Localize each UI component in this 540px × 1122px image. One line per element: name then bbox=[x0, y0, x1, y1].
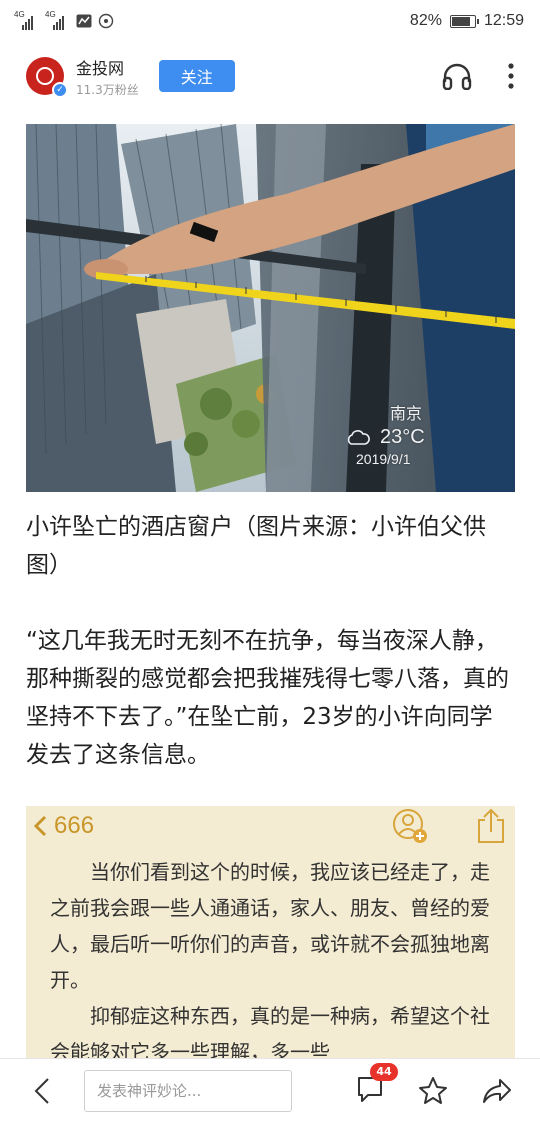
watermark-temp: 23°C bbox=[380, 426, 425, 448]
follow-button[interactable]: 关注 bbox=[158, 60, 235, 92]
chevron-left-icon bbox=[33, 815, 47, 837]
clock: 12:59 bbox=[483, 12, 524, 29]
share-icon bbox=[478, 808, 504, 843]
comments-button[interactable]: 44 bbox=[356, 1062, 398, 1107]
comment-count-badge: 44 bbox=[370, 1062, 398, 1081]
logo-mark bbox=[36, 67, 54, 85]
account-avatar[interactable]: ✓ bbox=[26, 57, 68, 98]
note-paragraph-1: 当你们看到这个的时候，我应该已经走了，走之前我会跟一些人通通话，家人、朋友、曾经… bbox=[50, 860, 490, 992]
nfc-icon bbox=[98, 13, 114, 29]
star-icon[interactable] bbox=[418, 1076, 448, 1106]
hotel-window-photo-art bbox=[26, 124, 515, 492]
verified-icon: ✓ bbox=[52, 82, 68, 98]
app-notification-icon bbox=[76, 14, 92, 28]
back-button[interactable] bbox=[0, 1077, 84, 1105]
cloud-icon bbox=[347, 429, 370, 445]
network-type-1: 4G bbox=[14, 10, 25, 19]
signal-icon: 4G bbox=[14, 10, 33, 30]
network-type-2: 4G bbox=[45, 10, 56, 19]
farewell-note: 当你们看到这个的时候，我应该已经走了，走之前我会跟一些人通通话，家人、朋友、曾经… bbox=[50, 854, 490, 1066]
watermark-city: 南京 bbox=[390, 406, 423, 423]
account-name: 金投网 bbox=[76, 58, 125, 78]
screenshot-back-label: 666 bbox=[54, 812, 95, 839]
add-contact-icon bbox=[393, 809, 427, 843]
more-options-icon[interactable] bbox=[508, 63, 514, 89]
message-screenshot-photo[interactable]: 666 当你们看到这个的时候，我应该已经走了，走之前我会跟一些人通通话，家人、朋… bbox=[26, 806, 515, 1066]
watermark-date: 2019/9/1 bbox=[356, 451, 411, 467]
battery-icon bbox=[449, 14, 479, 28]
screenshot-nav: 666 bbox=[32, 812, 94, 840]
fan-count: 11.3万粉丝 bbox=[76, 82, 139, 97]
headphones-icon[interactable] bbox=[442, 62, 472, 90]
bottom-action-bar: 发表神评妙论... 44 bbox=[0, 1058, 540, 1122]
status-bar: 4G 4G 82% 12:59 bbox=[0, 0, 540, 42]
account-info[interactable]: 金投网 11.3万粉丝 bbox=[76, 55, 139, 98]
share-arrow-icon[interactable] bbox=[482, 1077, 512, 1105]
back-arrow-icon bbox=[34, 1077, 49, 1104]
article-paragraph: “这几年我无时无刻不在抗争，每当夜深人静，那种撕裂的感觉都会把我摧残得七零八落，… bbox=[26, 628, 509, 768]
article-header: ✓ 金投网 11.3万粉丝 关注 bbox=[0, 48, 540, 104]
battery-percent: 82% bbox=[409, 12, 442, 29]
photo-caption: 小许坠亡的酒店窗户（图片来源：小许伯父供图） bbox=[26, 514, 486, 578]
photo-watermark: 南京 23°C 2019/9/1 bbox=[346, 400, 425, 467]
hotel-window-photo[interactable]: 南京 23°C 2019/9/1 bbox=[26, 124, 515, 492]
signal-icon-2: 4G bbox=[45, 10, 64, 30]
comment-input[interactable]: 发表神评妙论... bbox=[84, 1069, 292, 1112]
note-paragraph-2: 抑郁症这种东西，真的是一种病，希望这个社会能够对它多一些理解，多一些 bbox=[50, 1004, 490, 1064]
